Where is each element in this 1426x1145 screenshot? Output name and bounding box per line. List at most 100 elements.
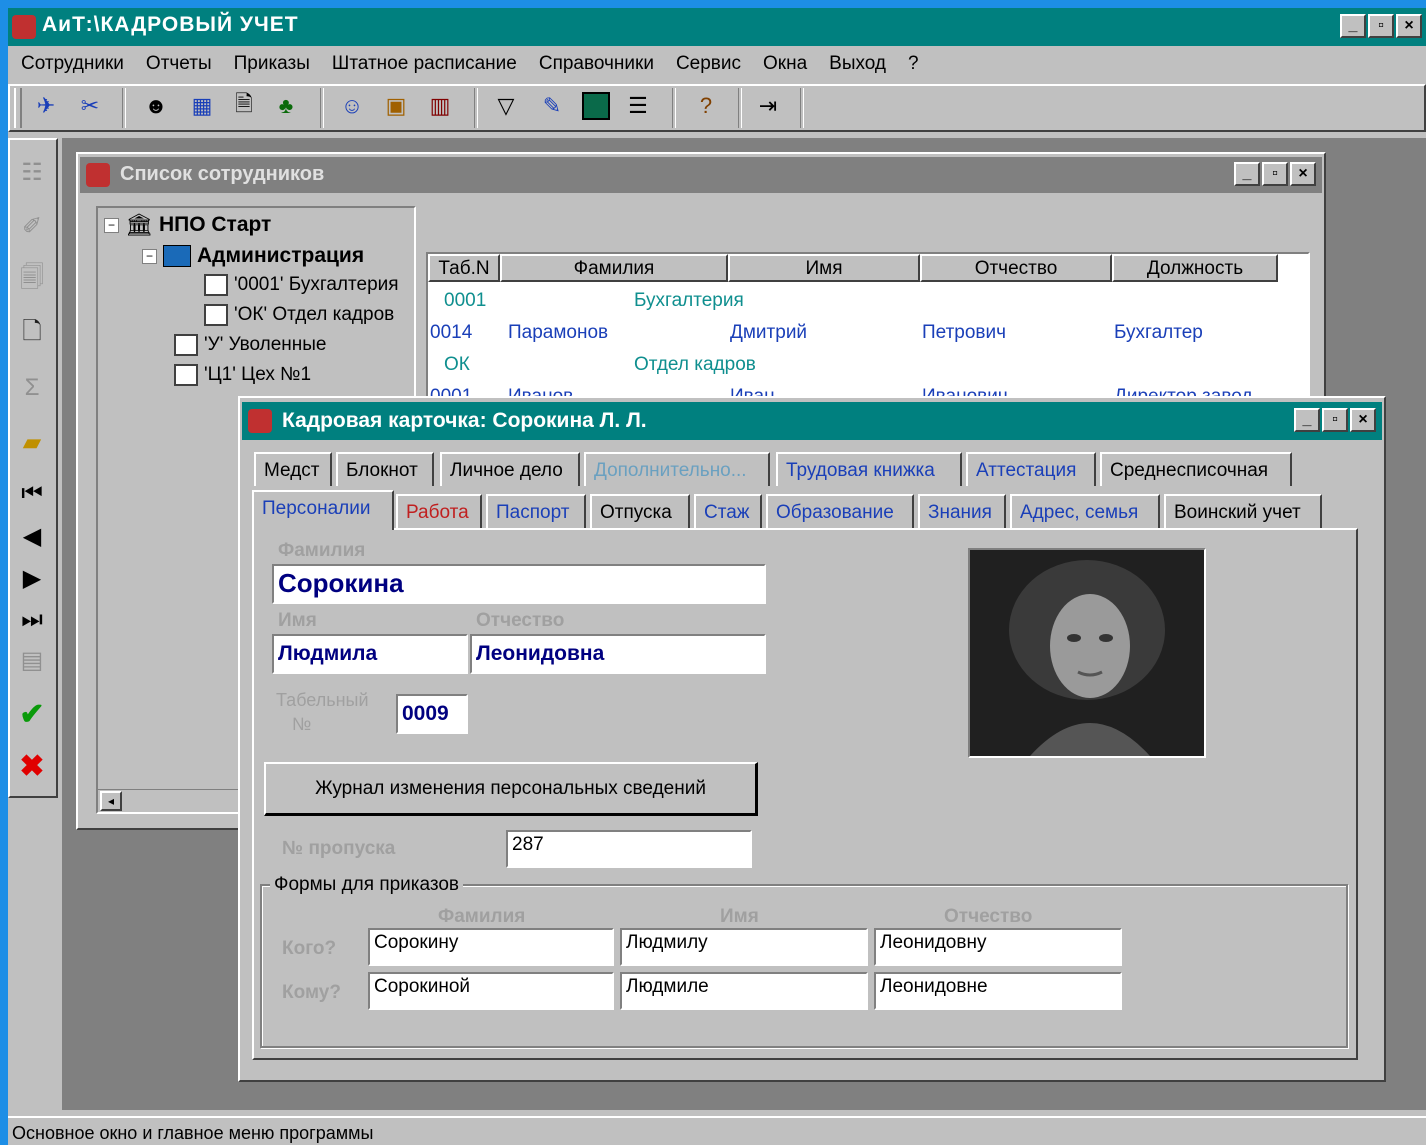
col-header-first[interactable]: Имя bbox=[728, 254, 920, 282]
tree-node-workshop[interactable]: 'Ц1' Цех №1 bbox=[174, 364, 311, 386]
col-header-middle[interactable]: Отчество bbox=[920, 254, 1112, 282]
tab-address-family[interactable]: Адрес, семья bbox=[1010, 494, 1160, 528]
status-bar: Основное окно и главное меню программы bbox=[8, 1116, 1426, 1145]
list-icon[interactable]: ☰ bbox=[622, 90, 654, 122]
menu-item-6[interactable]: Окна bbox=[752, 46, 818, 82]
whom-last-field[interactable]: Сорокину bbox=[368, 928, 614, 966]
col-header-tab[interactable]: Таб.N bbox=[428, 254, 500, 282]
menu-item-7[interactable]: Выход bbox=[818, 46, 897, 82]
col-header-last[interactable]: Фамилия bbox=[500, 254, 728, 282]
people-icon[interactable]: ☺ bbox=[336, 90, 368, 122]
menu-item-4[interactable]: Справочники bbox=[528, 46, 665, 82]
last-record-icon[interactable]: ⏭ bbox=[14, 600, 50, 640]
new-doc-icon[interactable]: 🗋 bbox=[14, 314, 50, 354]
save-icon[interactable]: ▤ bbox=[14, 640, 50, 680]
menu-item-2[interactable]: Приказы bbox=[223, 46, 321, 82]
minimize-button[interactable]: _ bbox=[1340, 14, 1366, 38]
tab-vacations[interactable]: Отпуска bbox=[590, 494, 690, 528]
to-whom-last-field[interactable]: Сорокиной bbox=[368, 972, 614, 1010]
col-header-position[interactable]: Должность bbox=[1112, 254, 1278, 282]
tab-knowledge[interactable]: Знания bbox=[918, 494, 1006, 528]
open-folder-icon[interactable]: ▰ bbox=[14, 422, 50, 462]
tab-work-book[interactable]: Трудовая книжка bbox=[776, 452, 962, 486]
tab-personal-file[interactable]: Личное дело bbox=[440, 452, 580, 486]
confirm-check-icon[interactable]: ✔ bbox=[14, 694, 50, 734]
unit-icon bbox=[204, 304, 228, 326]
collapse-icon[interactable]: − bbox=[104, 217, 119, 233]
document-icon[interactable]: 🗎 bbox=[228, 90, 260, 122]
tab-average-headcount[interactable]: Среднесписочная bbox=[1100, 452, 1292, 486]
connect-icon[interactable]: ✈ bbox=[30, 90, 62, 122]
first-record-icon[interactable]: ⏮ bbox=[14, 474, 50, 514]
first-name-field[interactable]: Людмила bbox=[272, 634, 468, 674]
menu-item-1[interactable]: Отчеты bbox=[135, 46, 223, 82]
row-position: Бухгалтер bbox=[1114, 322, 1203, 343]
help-icon[interactable]: ? bbox=[690, 90, 722, 122]
label-to-whom: Кому? bbox=[282, 982, 341, 1003]
pass-number-field[interactable]: 287 bbox=[506, 830, 752, 868]
card-minimize-button[interactable]: _ bbox=[1294, 408, 1320, 432]
personal-changes-journal-button[interactable]: Журнал изменения персональных сведений bbox=[264, 762, 758, 816]
grid-icon[interactable]: ▥ bbox=[424, 90, 456, 122]
edit-icon[interactable]: ✎ bbox=[536, 90, 568, 122]
prev-record-icon[interactable]: ◀ bbox=[14, 516, 50, 556]
next-record-icon[interactable]: ▶ bbox=[14, 558, 50, 598]
tab-number-field[interactable]: 0009 bbox=[396, 694, 468, 734]
tab-notebook[interactable]: Блокнот bbox=[336, 452, 434, 486]
tab-experience[interactable]: Стаж bbox=[694, 494, 762, 528]
card-maximize-button[interactable]: ▫ bbox=[1322, 408, 1348, 432]
list-maximize-button[interactable]: ▫ bbox=[1262, 162, 1288, 186]
tree-node-root[interactable]: − 🏛 НПО Старт bbox=[104, 212, 271, 238]
disconnect-icon[interactable]: ✂ bbox=[74, 90, 106, 122]
tab-education[interactable]: Образование bbox=[766, 494, 914, 528]
unit-icon bbox=[204, 274, 228, 296]
tree-node-dismissed[interactable]: 'У' Уволенные bbox=[174, 334, 327, 356]
maximize-button[interactable]: ▫ bbox=[1368, 14, 1394, 38]
menu-item-0[interactable]: Сотрудники bbox=[10, 46, 135, 82]
row-tab: 0014 bbox=[430, 322, 473, 343]
label-whom: Кого? bbox=[282, 938, 337, 959]
tree-node-admin[interactable]: − Администрация bbox=[142, 244, 364, 268]
whom-middle-field[interactable]: Леонидовну bbox=[874, 928, 1122, 966]
department-icon bbox=[163, 245, 191, 267]
menu-item-8[interactable]: ? bbox=[897, 46, 930, 82]
filter-icon[interactable]: ▽ bbox=[490, 90, 522, 122]
scroll-left-button[interactable]: ◂ bbox=[100, 791, 122, 811]
cancel-x-icon[interactable]: ✖ bbox=[14, 746, 50, 786]
tree-icon[interactable]: ♣ bbox=[270, 90, 302, 122]
card-close-button[interactable]: × bbox=[1350, 408, 1376, 432]
app-title-bar: АиТ:\КАДРОВЫЙ УЧЕТ _ ▫ × bbox=[8, 8, 1426, 46]
eraser-icon[interactable]: ✐ bbox=[14, 206, 50, 246]
employee-grid[interactable]: Таб.N Фамилия Имя Отчество Должность 000… bbox=[426, 252, 1310, 412]
tab-personalia[interactable]: Персоналии bbox=[252, 490, 394, 530]
middle-name-field[interactable]: Леонидовна bbox=[470, 634, 766, 674]
menu-item-3[interactable]: Штатное расписание bbox=[321, 46, 528, 82]
tab-attestation[interactable]: Аттестация bbox=[966, 452, 1096, 486]
tree-node-label: '0001' Бухгалтерия bbox=[234, 274, 399, 295]
sum-icon[interactable]: Σ bbox=[14, 368, 50, 408]
whom-first-field[interactable]: Людмилу bbox=[620, 928, 868, 966]
list-close-button[interactable]: × bbox=[1290, 162, 1316, 186]
app-title: АиТ:\КАДРОВЫЙ УЧЕТ bbox=[42, 13, 299, 36]
tree-expand-icon[interactable]: ☷ bbox=[14, 152, 50, 192]
table-icon[interactable]: ▦ bbox=[186, 90, 218, 122]
tab-additional[interactable]: Дополнительно... bbox=[584, 452, 770, 486]
menu-item-5[interactable]: Сервис bbox=[665, 46, 752, 82]
tab-medst[interactable]: Медст bbox=[254, 452, 332, 486]
copy-doc-icon[interactable]: 🗐 bbox=[14, 260, 50, 300]
to-whom-first-field[interactable]: Людмиле bbox=[620, 972, 868, 1010]
tab-work[interactable]: Работа bbox=[396, 494, 482, 528]
last-name-field[interactable]: Сорокина bbox=[272, 564, 766, 604]
list-minimize-button[interactable]: _ bbox=[1234, 162, 1260, 186]
tree-node-accounting[interactable]: '0001' Бухгалтерия bbox=[204, 274, 399, 296]
close-button[interactable]: × bbox=[1396, 14, 1422, 38]
person-search-icon[interactable]: ☻ bbox=[140, 90, 172, 122]
tree-node-hr[interactable]: 'ОК' Отдел кадров bbox=[204, 304, 394, 326]
tab-military[interactable]: Воинский учет bbox=[1164, 494, 1322, 528]
collapse-icon[interactable]: − bbox=[142, 248, 157, 264]
green-box-icon[interactable] bbox=[580, 90, 612, 122]
tab-passport[interactable]: Паспорт bbox=[486, 494, 586, 528]
to-whom-middle-field[interactable]: Леонидовне bbox=[874, 972, 1122, 1010]
card-icon[interactable]: ▣ bbox=[380, 90, 412, 122]
exit-icon[interactable]: ⇥ bbox=[752, 90, 784, 122]
